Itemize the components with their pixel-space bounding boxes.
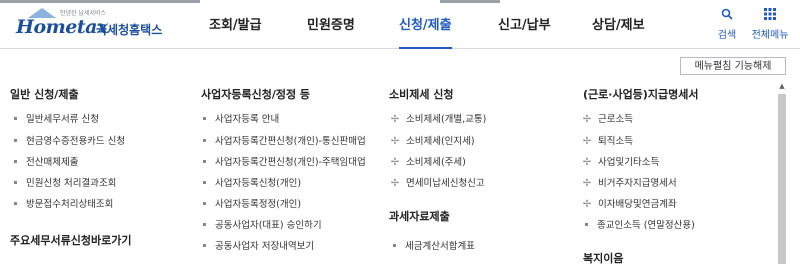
menu-item[interactable]: 사업자등록신청(개인) (203, 177, 301, 191)
menu-item[interactable]: 공동사업자 저장내역보기 (203, 240, 314, 254)
bullet-icon (203, 160, 206, 163)
menu-item[interactable]: 방문접수처리상태조회 (14, 198, 113, 212)
global-header: 안녕한 납세서비스 Hometax 국세청홈택스 조회/발급 민원증명 신청/제… (0, 4, 800, 49)
menu-item[interactable]: ✢ 이자배당및연금계좌 (581, 198, 677, 212)
plus-icon: ✢ (390, 136, 400, 147)
menu-item[interactable]: 일반세무서류 신청 (14, 113, 99, 127)
menu-item[interactable]: ✢ 비거주자지급명세서 (581, 177, 677, 191)
menu-expand-toggle-button[interactable]: 메뉴펼침 기능해제 (680, 57, 786, 75)
menu-item[interactable]: 종교인소득 (연말정산용) (585, 219, 695, 233)
bullet-icon (203, 223, 206, 226)
menu-item[interactable]: 전산매체제출 (14, 156, 78, 170)
nav-item-certificates[interactable]: 민원증명 (307, 4, 355, 48)
menu-item[interactable]: 사업자등록정정(개인) (203, 198, 301, 212)
bullet-icon (14, 117, 17, 120)
menu-item[interactable]: 사업자등록 안내 (203, 113, 279, 127)
top-strip-segment (440, 0, 500, 3)
menu-item[interactable]: ✢ 소비제세(주세) (389, 156, 466, 170)
plus-icon: ✢ (582, 199, 592, 210)
bullet-icon (203, 244, 206, 247)
logo-name: 국세청홈택스 (96, 23, 163, 37)
menu-item[interactable]: 공동사업자(대표) 승인하기 (203, 219, 322, 233)
menu-item[interactable]: ✢ 소비제세(개별,교통) (389, 113, 487, 127)
plus-icon: ✢ (582, 136, 592, 147)
bullet-icon (14, 139, 17, 142)
column-subtitle-shortcuts[interactable]: 주요세무서류신청바로가기 (10, 232, 131, 248)
all-menu-label: 전체메뉴 (751, 30, 789, 41)
bullet-icon (393, 244, 396, 247)
menu-item[interactable]: 사업자등록간편신청(개인)-주택임대업 (203, 156, 366, 170)
nav-item-filing-payment[interactable]: 신고/납부 (498, 4, 551, 48)
menu-item[interactable]: ✢ 소비제세(인지세) (389, 135, 475, 149)
menu-scrollbar[interactable]: ▲ (778, 82, 786, 264)
bullet-icon (585, 223, 588, 226)
menu-item[interactable]: ✢ 퇴직소득 (581, 135, 633, 149)
plus-icon: ✢ (582, 178, 592, 189)
bullet-icon (14, 202, 17, 205)
menu-item[interactable]: 현금영수증전용카드 신청 (14, 135, 125, 149)
scrollbar-thumb[interactable] (778, 94, 786, 264)
menu-item[interactable]: 세금계산서합계표 (393, 240, 475, 254)
bullet-icon (203, 181, 206, 184)
menu-item[interactable]: ✢ 근로소득 (581, 113, 633, 127)
column-title-consumption-tax[interactable]: 소비제세 신청 (389, 86, 454, 102)
column-title-general-application[interactable]: 일반 신청/제출 (10, 86, 79, 102)
bullet-icon (14, 181, 17, 184)
logo-wordmark: Hometax (16, 16, 108, 38)
nav-item-applications[interactable]: 신청/제출 (399, 4, 452, 49)
column-title-payment-statements[interactable]: (근로·사업등)지급명세서 (583, 86, 698, 102)
scroll-up-arrow-icon[interactable]: ▲ (778, 82, 786, 90)
bullet-icon (203, 139, 206, 142)
menu-item[interactable]: 사업자등록간편신청(개인)-통신판매업 (203, 135, 366, 149)
bullet-icon (203, 117, 206, 120)
menu-item[interactable]: ✢ 면세미납세신청신고 (389, 177, 485, 191)
hometax-logo[interactable]: 안녕한 납세서비스 Hometax 국세청홈택스 (8, 6, 162, 46)
menu-item[interactable]: ✢ 사업및기타소득 (581, 156, 659, 170)
search-icon (707, 8, 747, 24)
grid-menu-icon (750, 8, 790, 24)
column-subtitle-tax-data-submission[interactable]: 과세자료제출 (389, 208, 450, 224)
bullet-icon (203, 202, 206, 205)
plus-icon: ✢ (582, 114, 592, 125)
search-label: 검색 (717, 30, 737, 41)
nav-item-lookup[interactable]: 조회/발급 (209, 4, 262, 48)
nav-item-consult-report[interactable]: 상담/제보 (592, 4, 645, 48)
all-menu-button[interactable]: 전체메뉴 (750, 8, 790, 41)
top-strip-segment (0, 0, 200, 3)
plus-icon: ✢ (390, 157, 400, 168)
bullet-icon (14, 160, 17, 163)
menu-item[interactable]: 민원신청 처리결과조회 (14, 177, 116, 191)
plus-icon: ✢ (390, 178, 400, 189)
column-title-business-registration[interactable]: 사업자등록신청/정정 등 (201, 86, 310, 102)
search-button[interactable]: 검색 (707, 8, 747, 41)
plus-icon: ✢ (582, 157, 592, 168)
plus-icon: ✢ (390, 114, 400, 125)
